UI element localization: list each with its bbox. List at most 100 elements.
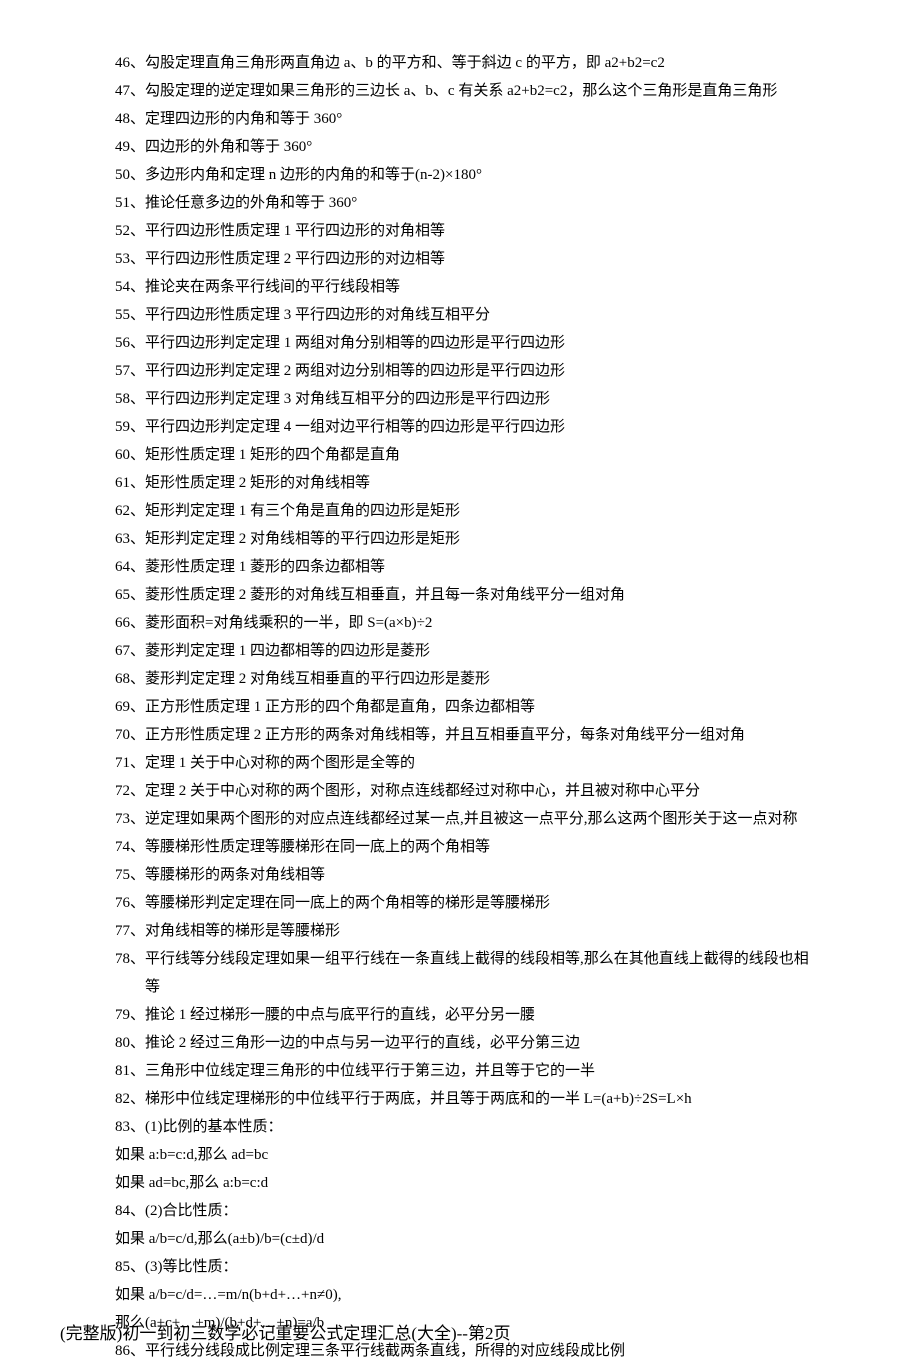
item-text: 平行四边形性质定理 2 平行四边形的对边相等 — [145, 251, 445, 267]
item-number: 56、 — [115, 335, 145, 351]
list-item: 83、(1)比例的基本性质： — [115, 1114, 820, 1140]
item-text: 菱形性质定理 1 菱形的四条边都相等 — [145, 559, 385, 575]
list-item: 80、推论 2 经过三角形一边的中点与另一边平行的直线，必平分第三边 — [115, 1030, 820, 1056]
item-text: 如果 a/b=c/d,那么(a±b)/b=(c±d)/d — [115, 1231, 324, 1247]
item-text: 矩形性质定理 1 矩形的四个角都是直角 — [145, 447, 400, 463]
list-item: 66、菱形面积=对角线乘积的一半，即 S=(a×b)÷2 — [115, 610, 820, 636]
item-text: 矩形性质定理 2 矩形的对角线相等 — [145, 475, 370, 491]
item-number: 62、 — [115, 503, 145, 519]
item-text: 正方形性质定理 1 正方形的四个角都是直角，四条边都相等 — [145, 699, 535, 715]
list-item: 59、平行四边形判定定理 4 一组对边平行相等的四边形是平行四边形 — [115, 414, 820, 440]
item-number: 78、 — [115, 951, 145, 967]
item-text: 菱形面积=对角线乘积的一半，即 S=(a×b)÷2 — [145, 615, 432, 631]
item-number: 82、 — [115, 1091, 145, 1107]
item-text: 三角形中位线定理三角形的中位线平行于第三边，并且等于它的一半 — [145, 1063, 595, 1079]
item-number: 66、 — [115, 615, 145, 631]
item-number: 61、 — [115, 475, 145, 491]
item-text: 多边形内角和定理 n 边形的内角的和等于(n-2)×180° — [145, 167, 482, 183]
item-number: 53、 — [115, 251, 145, 267]
item-text: 推论夹在两条平行线间的平行线段相等 — [145, 279, 400, 295]
list-item: 73、逆定理如果两个图形的对应点连线都经过某一点,并且被这一点平分,那么这两个图… — [115, 806, 820, 832]
list-item: 如果 a:b=c:d,那么 ad=bc — [115, 1142, 820, 1168]
item-text: 逆定理如果两个图形的对应点连线都经过某一点,并且被这一点平分,那么这两个图形关于… — [145, 811, 798, 827]
item-number: 50、 — [115, 167, 145, 183]
list-item: 77、对角线相等的梯形是等腰梯形 — [115, 918, 820, 944]
list-item: 70、正方形性质定理 2 正方形的两条对角线相等，并且互相垂直平分，每条对角线平… — [115, 722, 820, 748]
list-item: 75、等腰梯形的两条对角线相等 — [115, 862, 820, 888]
item-number: 65、 — [115, 587, 145, 603]
item-number: 54、 — [115, 279, 145, 295]
list-item: 76、等腰梯形判定定理在同一底上的两个角相等的梯形是等腰梯形 — [115, 890, 820, 916]
list-item: 67、菱形判定定理 1 四边都相等的四边形是菱形 — [115, 638, 820, 664]
list-item: 78、平行线等分线段定理如果一组平行线在一条直线上截得的线段相等,那么在其他直线… — [115, 946, 820, 972]
item-number: 69、 — [115, 699, 145, 715]
item-text: 菱形判定定理 2 对角线互相垂直的平行四边形是菱形 — [145, 671, 490, 687]
item-text: 勾股定理直角三角形两直角边 a、b 的平方和、等于斜边 c 的平方，即 a2+b… — [145, 55, 665, 71]
item-text: 定理 1 关于中心对称的两个图形是全等的 — [145, 755, 415, 771]
item-text: 推论 1 经过梯形一腰的中点与底平行的直线，必平分另一腰 — [145, 1007, 535, 1023]
item-text: 矩形判定定理 2 对角线相等的平行四边形是矩形 — [145, 531, 460, 547]
item-number: 72、 — [115, 783, 145, 799]
list-item: 60、矩形性质定理 1 矩形的四个角都是直角 — [115, 442, 820, 468]
item-number: 76、 — [115, 895, 145, 911]
list-item: 51、推论任意多边的外角和等于 360° — [115, 190, 820, 216]
item-number: 47、 — [115, 83, 145, 99]
item-text: 平行四边形判定定理 1 两组对角分别相等的四边形是平行四边形 — [145, 335, 565, 351]
item-number: 73、 — [115, 811, 145, 827]
list-item: 81、三角形中位线定理三角形的中位线平行于第三边，并且等于它的一半 — [115, 1058, 820, 1084]
item-number: 60、 — [115, 447, 145, 463]
document-content: 46、勾股定理直角三角形两直角边 a、b 的平方和、等于斜边 c 的平方，即 a… — [0, 50, 920, 1364]
list-item: 84、(2)合比性质： — [115, 1198, 820, 1224]
item-text: (2)合比性质： — [145, 1203, 238, 1219]
list-item: 69、正方形性质定理 1 正方形的四个角都是直角，四条边都相等 — [115, 694, 820, 720]
list-item: 61、矩形性质定理 2 矩形的对角线相等 — [115, 470, 820, 496]
item-text: 如果 a/b=c/d=…=m/n(b+d+…+n≠0), — [115, 1287, 341, 1303]
item-text: (3)等比性质： — [145, 1259, 238, 1275]
item-text: (1)比例的基本性质： — [145, 1119, 283, 1135]
page-footer: (完整版)初一到初三数学必记重要公式定理汇总(大全)--第2页 — [60, 1319, 510, 1344]
item-text: 等腰梯形的两条对角线相等 — [145, 867, 325, 883]
list-item: 79、推论 1 经过梯形一腰的中点与底平行的直线，必平分另一腰 — [115, 1002, 820, 1028]
item-number: 74、 — [115, 839, 145, 855]
list-item: 57、平行四边形判定定理 2 两组对边分别相等的四边形是平行四边形 — [115, 358, 820, 384]
item-text: 菱形判定定理 1 四边都相等的四边形是菱形 — [145, 643, 430, 659]
item-text: 正方形性质定理 2 正方形的两条对角线相等，并且互相垂直平分，每条对角线平分一组… — [145, 727, 745, 743]
list-item: 58、平行四边形判定定理 3 对角线互相平分的四边形是平行四边形 — [115, 386, 820, 412]
list-item: 如果 ad=bc,那么 a:b=c:d — [115, 1170, 820, 1196]
item-number: 49、 — [115, 139, 145, 155]
item-number: 68、 — [115, 671, 145, 687]
list-item: 56、平行四边形判定定理 1 两组对角分别相等的四边形是平行四边形 — [115, 330, 820, 356]
list-item: 65、菱形性质定理 2 菱形的对角线互相垂直，并且每一条对角线平分一组对角 — [115, 582, 820, 608]
item-number: 57、 — [115, 363, 145, 379]
list-item: 68、菱形判定定理 2 对角线互相垂直的平行四边形是菱形 — [115, 666, 820, 692]
item-text: 定理四边形的内角和等于 360° — [145, 111, 342, 127]
list-item: 71、定理 1 关于中心对称的两个图形是全等的 — [115, 750, 820, 776]
list-item: 64、菱形性质定理 1 菱形的四条边都相等 — [115, 554, 820, 580]
item-number: 86、 — [115, 1343, 145, 1359]
item-number: 58、 — [115, 391, 145, 407]
item-number: 46、 — [115, 55, 145, 71]
list-item: 85、(3)等比性质： — [115, 1254, 820, 1280]
item-text: 矩形判定定理 1 有三个角是直角的四边形是矩形 — [145, 503, 460, 519]
item-number: 83、 — [115, 1119, 145, 1135]
list-item: 52、平行四边形性质定理 1 平行四边形的对角相等 — [115, 218, 820, 244]
list-item: 62、矩形判定定理 1 有三个角是直角的四边形是矩形 — [115, 498, 820, 524]
item-text: 定理 2 关于中心对称的两个图形，对称点连线都经过对称中心，并且被对称中心平分 — [145, 783, 700, 799]
list-item: 46、勾股定理直角三角形两直角边 a、b 的平方和、等于斜边 c 的平方，即 a… — [115, 50, 820, 76]
list-item: 如果 a/b=c/d,那么(a±b)/b=(c±d)/d — [115, 1226, 820, 1252]
list-item: 55、平行四边形性质定理 3 平行四边形的对角线互相平分 — [115, 302, 820, 328]
item-text: 平行四边形性质定理 1 平行四边形的对角相等 — [145, 223, 445, 239]
list-item: 82、梯形中位线定理梯形的中位线平行于两底，并且等于两底和的一半 L=(a+b)… — [115, 1086, 820, 1112]
item-number: 77、 — [115, 923, 145, 939]
item-text: 四边形的外角和等于 360° — [145, 139, 312, 155]
item-text: 菱形性质定理 2 菱形的对角线互相垂直，并且每一条对角线平分一组对角 — [145, 587, 625, 603]
item-text: 如果 a:b=c:d,那么 ad=bc — [115, 1147, 268, 1163]
list-item: 49、四边形的外角和等于 360° — [115, 134, 820, 160]
item-number: 55、 — [115, 307, 145, 323]
list-item: 54、推论夹在两条平行线间的平行线段相等 — [115, 274, 820, 300]
item-text: 平行四边形判定定理 3 对角线互相平分的四边形是平行四边形 — [145, 391, 550, 407]
item-text: 平行线分线段成比例定理三条平行线截两条直线，所得的对应线段成比例 — [145, 1343, 625, 1359]
item-number: 75、 — [115, 867, 145, 883]
item-text: 平行四边形判定定理 2 两组对边分别相等的四边形是平行四边形 — [145, 363, 565, 379]
item-number: 63、 — [115, 531, 145, 547]
